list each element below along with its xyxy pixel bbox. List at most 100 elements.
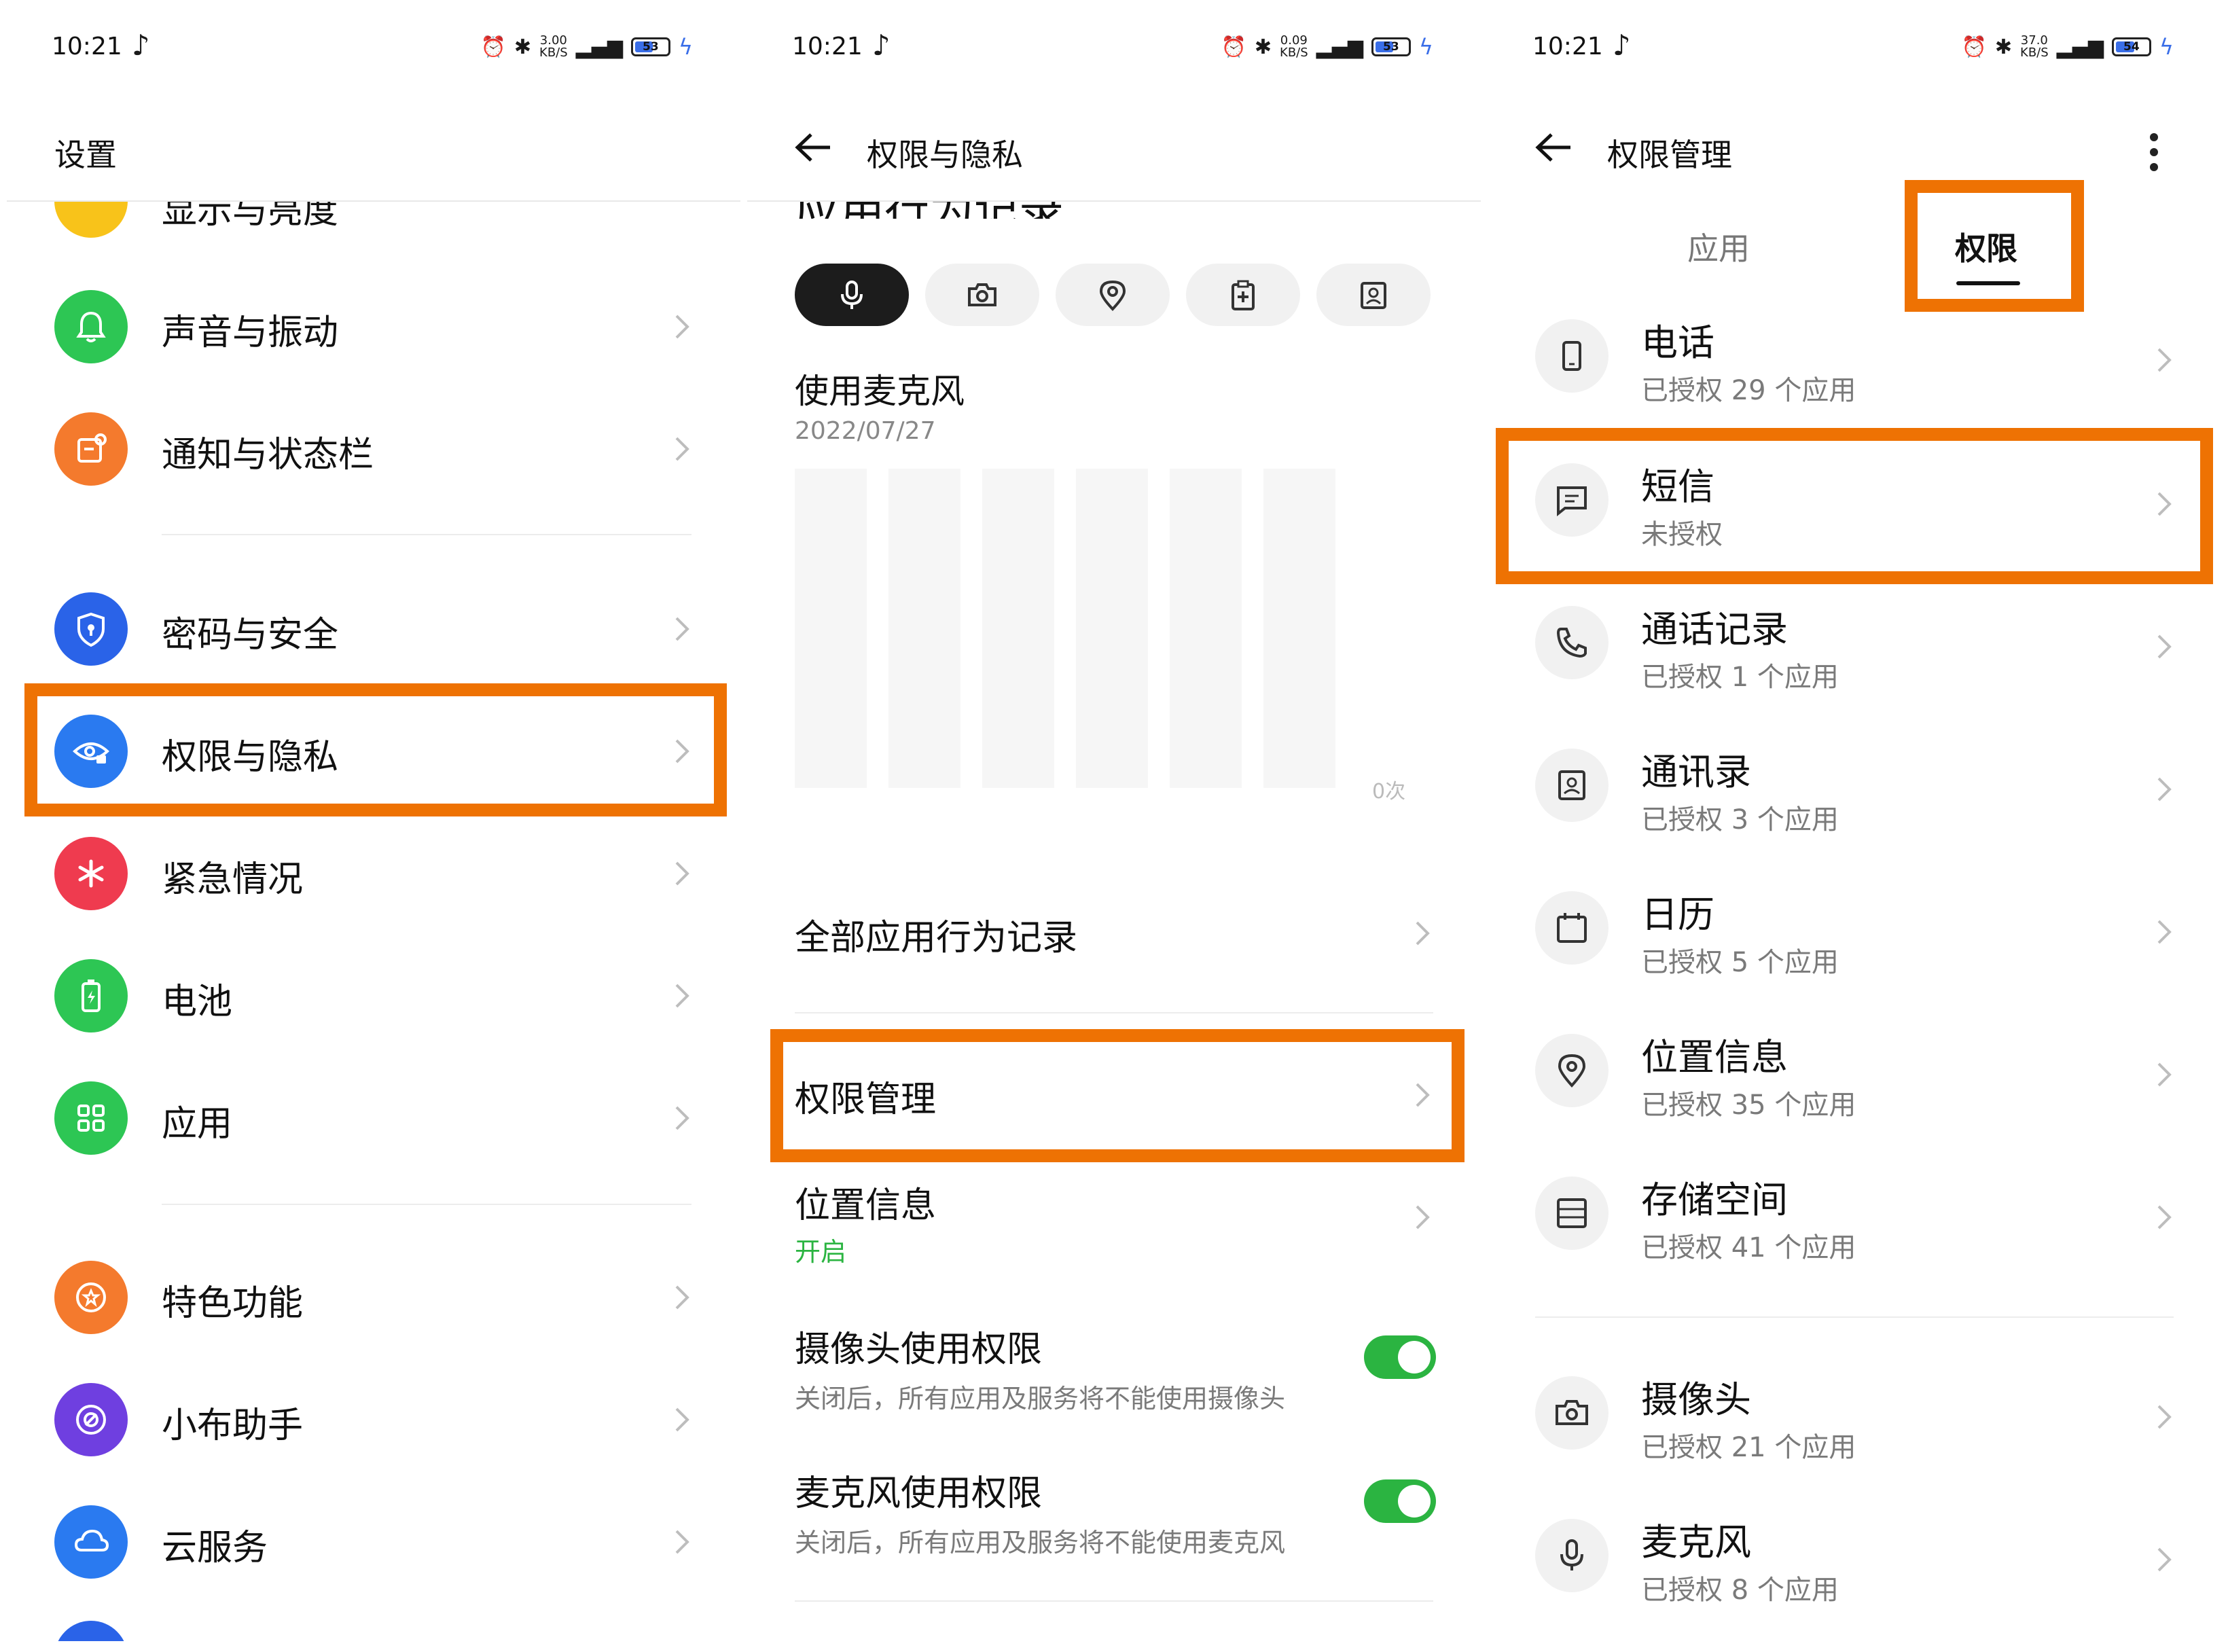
chip-contacts[interactable] bbox=[1316, 264, 1431, 326]
notification-icon bbox=[54, 412, 128, 486]
microphone-permission-row: 麦克风使用权限 关闭后，所有应用及服务将不能使用麦克风 bbox=[747, 1455, 1481, 1584]
permission-item-microphone[interactable]: 麦克风 已授权 8 个应用 bbox=[1488, 1488, 2221, 1630]
settings-item-label: 特色功能 bbox=[162, 1283, 304, 1324]
settings-item-password[interactable]: 密码与安全 bbox=[7, 571, 740, 686]
chevron-right-icon bbox=[675, 617, 689, 641]
microphone-toggle[interactable] bbox=[1364, 1479, 1436, 1523]
location-icon bbox=[1535, 1034, 1609, 1107]
permission-title: 通话记录 bbox=[1641, 608, 1788, 651]
permission-item-camera[interactable]: 摄像头 已授权 21 个应用 bbox=[1488, 1345, 2221, 1488]
settings-item-battery[interactable]: 电池 bbox=[7, 937, 740, 1053]
settings-item-notifications[interactable]: 通知与状态栏 bbox=[7, 391, 740, 506]
phone-icon bbox=[1535, 319, 1609, 393]
status-icons: ⏰ ✱ 0.09 KB/S ▂▄▆ 53 ϟ bbox=[1221, 34, 1433, 60]
status-icons: ⏰ ✱ 37.0 KB/S ▂▄▆ 54 ϟ bbox=[1962, 34, 2174, 60]
back-arrow-icon[interactable] bbox=[792, 130, 833, 164]
chart-bar bbox=[1263, 469, 1335, 788]
battery-icon bbox=[54, 959, 128, 1032]
settings-item-sound[interactable]: 声音与振动 bbox=[7, 268, 740, 384]
settings-item-display[interactable]: 显示与亮度 bbox=[7, 201, 740, 242]
permission-subtitle: 已授权 41 个应用 bbox=[1641, 1232, 1856, 1263]
permission-item-phone[interactable]: 电话 已授权 29 个应用 bbox=[1488, 288, 2221, 431]
cloud-icon bbox=[54, 1505, 128, 1579]
camera-permission-row: 摄像头使用权限 关闭后，所有应用及服务将不能使用摄像头 bbox=[747, 1311, 1481, 1440]
star-badge-icon bbox=[54, 1261, 128, 1334]
chip-location[interactable] bbox=[1056, 264, 1170, 326]
chart-bar bbox=[1170, 469, 1242, 788]
usage-date: 2022/07/27 bbox=[795, 417, 936, 445]
microphone-icon bbox=[841, 281, 863, 309]
chip-clipboard[interactable] bbox=[1186, 264, 1300, 326]
permission-item-call-log[interactable]: 通话记录 已授权 1 个应用 bbox=[1488, 575, 2221, 717]
asterisk-icon bbox=[54, 837, 128, 910]
row-subtitle: 关闭后，所有应用及服务将不能使用麦克风 bbox=[795, 1528, 1286, 1558]
charging-icon: ϟ bbox=[2159, 34, 2174, 60]
usage-chart bbox=[795, 469, 1352, 788]
camera-icon bbox=[1535, 1376, 1609, 1450]
charging-icon: ϟ bbox=[1418, 34, 1433, 60]
row-title: 麦克风使用权限 bbox=[795, 1473, 1043, 1514]
chevron-right-icon bbox=[675, 1285, 689, 1310]
location-status: 开启 bbox=[795, 1237, 847, 1267]
highlight-box bbox=[24, 683, 727, 816]
permission-item-contacts[interactable]: 通讯录 已授权 3 个应用 bbox=[1488, 717, 2221, 860]
settings-item-emergency[interactable]: 紧急情况 bbox=[7, 815, 740, 931]
tab-apps[interactable]: 应用 bbox=[1687, 224, 1750, 269]
permission-title: 通讯录 bbox=[1641, 751, 1751, 793]
contacts-icon bbox=[1361, 282, 1386, 309]
all-records-row[interactable]: 全部应用行为记录 bbox=[747, 891, 1481, 973]
settings-item-label: 密码与安全 bbox=[162, 615, 339, 656]
clipboard-icon bbox=[1232, 280, 1255, 310]
alarm-icon: ⏰ bbox=[1961, 35, 1987, 59]
chip-microphone[interactable] bbox=[795, 264, 909, 326]
settings-item-label: 声音与振动 bbox=[162, 312, 339, 353]
settings-item-label: 通知与状态栏 bbox=[162, 435, 374, 475]
assistant-icon bbox=[54, 1383, 128, 1456]
apps-grid-icon bbox=[54, 1081, 128, 1155]
settings-item-assistant[interactable]: 小布助手 bbox=[7, 1361, 740, 1477]
settings-item-features[interactable]: 特色功能 bbox=[7, 1239, 740, 1354]
network-speed: 3.00 KB/S bbox=[539, 33, 568, 60]
chevron-right-icon bbox=[2157, 777, 2172, 802]
row-title: 位置信息 bbox=[795, 1185, 937, 1226]
row-title: 全部应用行为记录 bbox=[795, 918, 1078, 958]
more-options-icon[interactable] bbox=[2149, 132, 2159, 173]
usage-title: 使用麦克风 bbox=[795, 372, 965, 411]
status-time: 10:21 bbox=[1532, 33, 1603, 60]
alarm-icon: ⏰ bbox=[480, 35, 506, 59]
location-row[interactable]: 位置信息 开启 bbox=[747, 1168, 1481, 1284]
battery-icon: 53 bbox=[1371, 37, 1411, 56]
bell-icon bbox=[54, 290, 128, 363]
calendar-icon bbox=[1535, 891, 1609, 965]
bluetooth-icon: ✱ bbox=[1254, 35, 1272, 59]
permission-item-storage[interactable]: 存储空间 已授权 41 个应用 bbox=[1488, 1145, 2221, 1288]
camera-toggle[interactable] bbox=[1364, 1335, 1436, 1379]
signal-icon: ▂▄▆ bbox=[575, 35, 623, 59]
permission-item-calendar[interactable]: 日历 已授权 5 个应用 bbox=[1488, 860, 2221, 1003]
settings-item-apps[interactable]: 应用 bbox=[7, 1060, 740, 1175]
chevron-right-icon bbox=[2157, 634, 2172, 659]
chevron-right-icon bbox=[675, 1106, 689, 1130]
permission-item-location[interactable]: 位置信息 已授权 35 个应用 bbox=[1488, 1003, 2221, 1145]
chevron-right-icon bbox=[675, 984, 689, 1008]
chevron-right-icon bbox=[675, 861, 689, 886]
permission-subtitle: 已授权 21 个应用 bbox=[1641, 1432, 1856, 1463]
phone-call-icon bbox=[1535, 606, 1609, 679]
permission-title: 电话 bbox=[1641, 321, 1714, 364]
partial-heading: 应用行为记录 bbox=[747, 201, 1481, 219]
permission-title: 存储空间 bbox=[1641, 1179, 1788, 1221]
settings-item-cloud[interactable]: 云服务 bbox=[7, 1484, 740, 1599]
tiktok-icon: ♪ bbox=[1613, 29, 1631, 62]
microphone-icon bbox=[1535, 1519, 1609, 1592]
charging-icon: ϟ bbox=[678, 34, 693, 60]
permission-subtitle: 已授权 29 个应用 bbox=[1641, 375, 1856, 406]
signal-icon: ▂▄▆ bbox=[2056, 35, 2104, 59]
tiktok-icon: ♪ bbox=[872, 29, 891, 62]
permission-title: 日历 bbox=[1641, 893, 1714, 936]
chip-camera[interactable] bbox=[925, 264, 1039, 326]
back-arrow-icon[interactable] bbox=[1532, 130, 1573, 164]
permission-subtitle: 已授权 5 个应用 bbox=[1641, 947, 1839, 978]
status-time: 10:21 bbox=[792, 33, 863, 60]
page-title: 权限管理 bbox=[1607, 137, 1732, 173]
permission-title: 位置信息 bbox=[1641, 1036, 1788, 1079]
